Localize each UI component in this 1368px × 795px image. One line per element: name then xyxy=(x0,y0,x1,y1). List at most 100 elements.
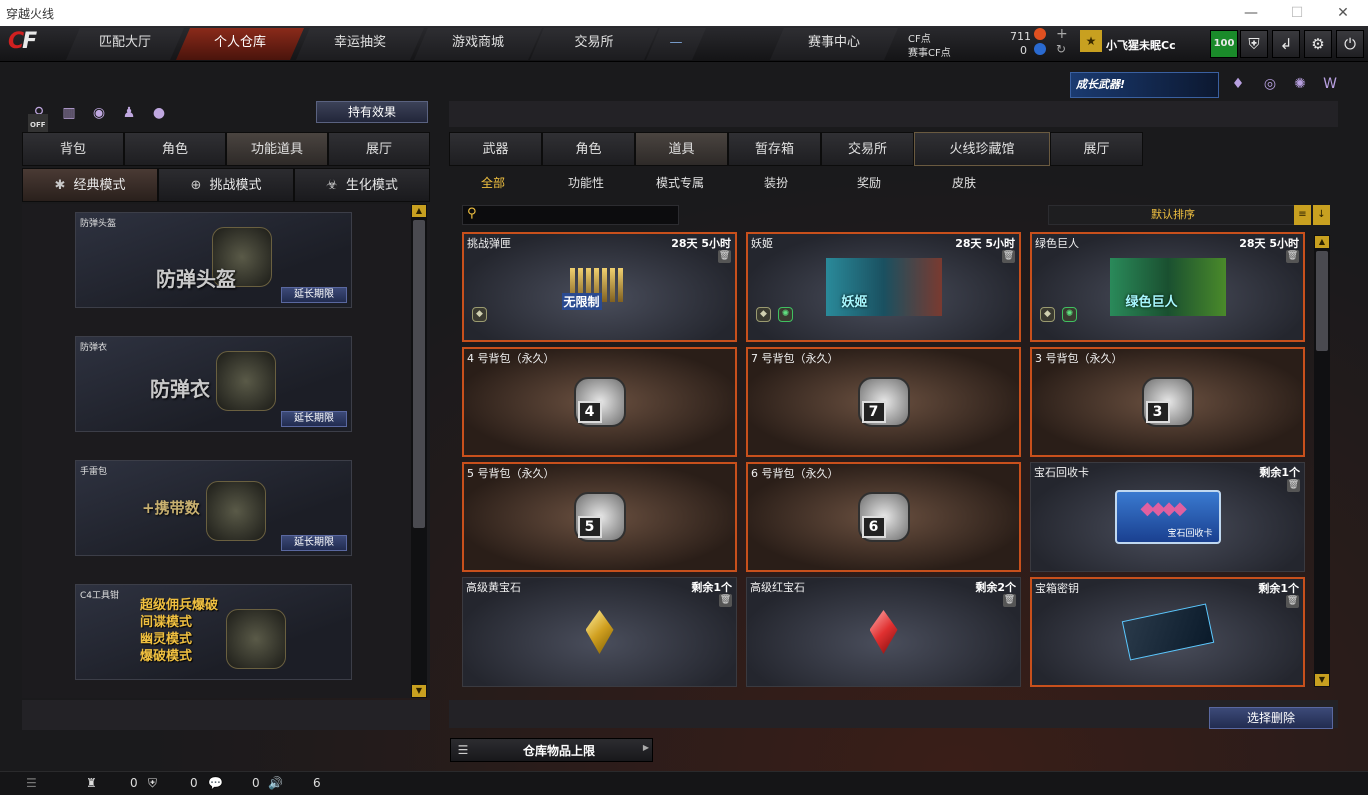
grid-item[interactable]: 7 号背包（永久） 7 xyxy=(746,347,1021,457)
scroll-down-icon[interactable]: ▼ xyxy=(1315,674,1329,686)
tab-function-items[interactable]: 功能道具 xyxy=(226,132,328,166)
add-points-icon[interactable]: + xyxy=(1056,26,1068,42)
scroll-thumb[interactable] xyxy=(413,220,425,528)
list-item[interactable]: 手雷包 +携带数 延长期限 xyxy=(75,460,352,556)
gear-icon[interactable]: ⚙ xyxy=(1304,30,1332,58)
extend-button[interactable]: 延长期限 xyxy=(281,535,347,551)
trash-icon[interactable]: 🗑 xyxy=(718,250,731,263)
tab-storage[interactable]: 暂存箱 xyxy=(728,132,821,166)
refresh-icon[interactable]: ↻ xyxy=(1056,42,1066,56)
eye-icon[interactable]: ◉ xyxy=(88,102,110,124)
growth-weapon-banner[interactable]: 成长武器! xyxy=(1070,72,1219,98)
subtab-all[interactable]: 全部 xyxy=(481,174,505,191)
tab-character[interactable]: 角色 xyxy=(124,132,226,166)
grid-item[interactable]: 绿色巨人 28天 5小时 🗑 绿色巨人 ◆ ✺ xyxy=(1030,232,1305,342)
trash-icon[interactable]: 🗑 xyxy=(719,594,732,607)
nav-tab-events[interactable]: 赛事中心 xyxy=(770,28,898,60)
select-delete-button[interactable]: 选择删除 xyxy=(1209,707,1333,729)
menu-icon[interactable]: ☰ xyxy=(26,776,37,790)
tab-exchange[interactable]: 交易所 xyxy=(821,132,914,166)
nav-tab-lottery[interactable]: 幸运抽奖 xyxy=(296,28,424,60)
grid-item[interactable]: 5 号背包（永久） 5 xyxy=(462,462,737,572)
scroll-up-icon[interactable]: ▲ xyxy=(412,205,426,217)
trash-icon[interactable]: 🗑 xyxy=(1287,479,1300,492)
tab-backpack[interactable]: 背包 xyxy=(22,132,124,166)
grid-item[interactable]: 高级红宝石 剩余2个 🗑 xyxy=(746,577,1021,687)
scroll-up-icon[interactable]: ▲ xyxy=(1315,236,1329,248)
grid-item[interactable]: 6 号背包（永久） 6 xyxy=(746,462,1021,572)
capacity-upgrade-button[interactable]: ☰ 仓库物品上限 ▶ xyxy=(450,738,653,762)
grid-item[interactable]: 宝箱密钥 剩余1个 🗑 xyxy=(1030,577,1305,687)
mode-biochem[interactable]: ☣ 生化模式 xyxy=(294,168,430,202)
character-portrait: 妖姬 xyxy=(825,258,942,316)
list-item[interactable]: 防弹头盔 防弹头盔 延长期限 xyxy=(75,212,352,308)
toggle-icon[interactable]: ⚲ OFF xyxy=(28,102,50,136)
tab-weapons[interactable]: 武器 xyxy=(449,132,542,166)
list-item[interactable]: C4工具钳 超级佣兵爆破 间谍模式 幽灵模式 爆破模式 xyxy=(75,584,352,680)
list-item[interactable]: 防弹衣 防弹衣 延长期限 xyxy=(75,336,352,432)
subtab-rewards[interactable]: 奖励 xyxy=(857,174,881,191)
owned-effects-button[interactable]: 持有效果 xyxy=(316,101,428,123)
tab-showroom[interactable]: 展厅 xyxy=(328,132,430,166)
clan-icon[interactable]: ⛨ xyxy=(148,776,157,791)
grid-item[interactable]: 3 号背包（永久） 3 xyxy=(1030,347,1305,457)
speaker-icon[interactable]: 🔊 xyxy=(268,776,283,790)
subtab-mode-exclusive[interactable]: 模式专属 xyxy=(656,174,704,191)
minimize-button[interactable]: — xyxy=(1228,0,1274,26)
scroll-thumb[interactable] xyxy=(1316,251,1328,351)
subtab-dressup[interactable]: 装扮 xyxy=(764,174,788,191)
trash-icon[interactable]: 🗑 xyxy=(1286,250,1299,263)
tab-roles[interactable]: 角色 xyxy=(542,132,635,166)
cf-logo[interactable]: CF xyxy=(8,29,64,59)
nav-tab-shop[interactable]: 游戏商城 xyxy=(414,28,542,60)
trash-icon[interactable]: 🗑 xyxy=(1002,250,1015,263)
character-icon[interactable]: ♟ xyxy=(118,102,140,124)
badge-w-icon[interactable]: W xyxy=(1320,76,1340,96)
grid-scrollbar[interactable]: ▲ ▼ xyxy=(1314,235,1330,687)
back-icon[interactable]: ↲ xyxy=(1272,30,1300,58)
backpack-icon: 7 xyxy=(857,377,910,427)
tab-collection[interactable]: 火线珍藏馆 xyxy=(914,132,1050,166)
extend-button[interactable]: 延长期限 xyxy=(281,287,347,303)
grid-item[interactable]: 妖姬 28天 5小时 🗑 妖姬 ◆ ✺ xyxy=(746,232,1021,342)
nav-tab-exchange[interactable]: 交易所 xyxy=(530,28,658,60)
trash-icon[interactable]: 🗑 xyxy=(1003,594,1016,607)
close-button[interactable]: ✕ xyxy=(1320,0,1366,26)
left-scrollbar[interactable]: ▲ ▼ xyxy=(411,204,427,698)
grid-item[interactable]: 4 号背包（永久） 4 xyxy=(462,347,737,457)
badge-bio-icon[interactable]: ✺ xyxy=(1290,76,1310,96)
badge-circle-icon[interactable]: ◎ xyxy=(1260,76,1280,96)
shield-icon[interactable]: ⛨ xyxy=(1240,30,1268,58)
tab-items[interactable]: 道具 xyxy=(635,132,728,166)
sort-order-icon[interactable]: ↓ xyxy=(1313,205,1330,225)
subtab-functional[interactable]: 功能性 xyxy=(568,174,604,191)
sub-tabs: 全部 功能性 模式专属 装扮 奖励 皮肤 xyxy=(449,168,1338,196)
search-box[interactable]: ⚲ xyxy=(462,205,679,225)
grid-item[interactable]: 宝石回收卡 剩余1个 🗑 ◆◆◆◆ 宝石回收卡 xyxy=(1030,462,1305,572)
username[interactable]: 小飞猩未眠Cc xyxy=(1106,37,1176,53)
nav-tab-warehouse[interactable]: 个人仓库 xyxy=(176,28,304,60)
grid-item[interactable]: 挑战弹匣 28天 5小时 🗑 无限制 ◆ xyxy=(462,232,737,342)
maximize-button[interactable]: ☐ xyxy=(1274,0,1320,26)
subtab-skins[interactable]: 皮肤 xyxy=(952,174,976,191)
grenade-icon[interactable]: ● xyxy=(148,102,170,124)
scroll-down-icon[interactable]: ▼ xyxy=(412,685,426,697)
sort-dropdown[interactable]: 默认排序 xyxy=(1048,205,1298,225)
chat-icon[interactable]: 💬 xyxy=(208,776,223,790)
trash-icon[interactable]: 🗑 xyxy=(1286,595,1299,608)
friends-icon[interactable]: ♜ xyxy=(86,776,97,790)
mode-challenge[interactable]: ⊕ 挑战模式 xyxy=(158,168,294,202)
character-portrait: 绿色巨人 xyxy=(1109,258,1226,316)
grid-item[interactable]: 高级黄宝石 剩余1个 🗑 xyxy=(462,577,737,687)
level-badge: 100 xyxy=(1210,30,1238,58)
badge-v-icon[interactable]: ♦ xyxy=(1228,76,1248,96)
list-view-icon[interactable]: ≡ xyxy=(1294,205,1311,225)
match-coin-icon xyxy=(1034,43,1046,55)
stats-icon[interactable]: ▥ xyxy=(58,102,80,124)
extend-button[interactable]: 延长期限 xyxy=(281,411,347,427)
tab-showroom-right[interactable]: 展厅 xyxy=(1050,132,1143,166)
mode-classic[interactable]: ✱ 经典模式 xyxy=(22,168,158,202)
power-icon[interactable]: ⏻ xyxy=(1336,30,1364,58)
nav-tab-match-hall[interactable]: 匹配大厅 xyxy=(66,28,184,60)
vest-icon xyxy=(216,351,276,411)
